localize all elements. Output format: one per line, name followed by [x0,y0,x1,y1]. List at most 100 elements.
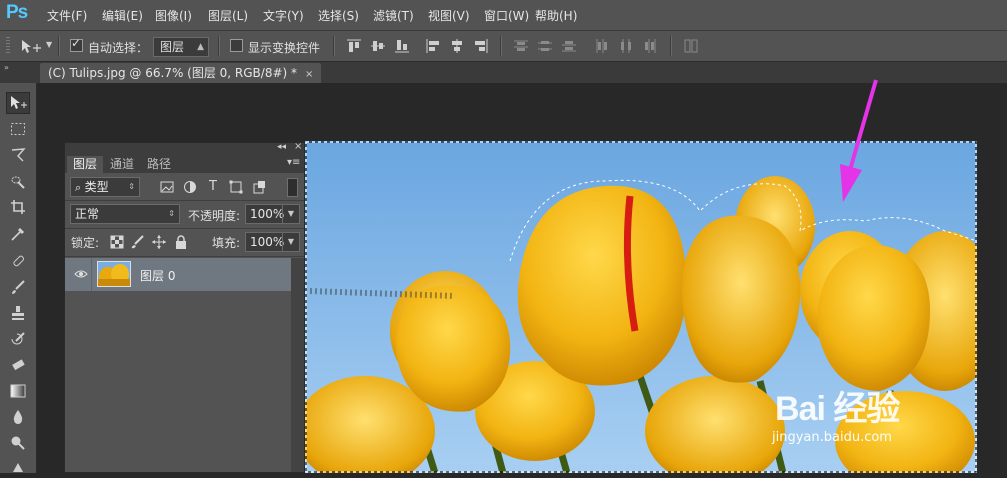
tab-paths[interactable]: 路径 [141,156,177,173]
tab-channels[interactable]: 通道 [104,156,140,173]
fill-field[interactable]: 100% ▼ [245,232,300,252]
layers-panel-header[interactable]: ◂◂ × [65,141,304,156]
align-bottom-icon[interactable] [395,39,409,53]
visibility-eye-icon[interactable] [74,268,88,280]
filter-type-icon[interactable]: T [206,180,220,194]
dodge-tool-icon[interactable] [6,432,30,454]
move-tool-icon[interactable] [6,92,30,114]
opacity-field[interactable]: 100% ▼ [245,204,300,224]
divider [670,36,672,56]
eyedropper-tool-icon[interactable] [6,223,30,245]
distribute-hcenter-icon[interactable] [619,39,633,53]
divider [58,36,60,56]
blur-tool-icon[interactable] [6,406,30,428]
dropdown-arrow-icon: ⇕ [168,209,175,218]
clone-stamp-tool-icon[interactable] [6,302,30,324]
filter-smart-object-icon[interactable] [252,180,266,194]
align-right-icon[interactable] [474,39,488,53]
tool-preset-arrow-icon[interactable]: ▼ [46,40,52,49]
brush-tool-icon[interactable] [6,276,30,298]
tab-layers[interactable]: 图层 [67,156,104,173]
menu-edit[interactable]: 编辑(E) [102,7,143,24]
history-brush-tool-icon[interactable] [6,328,30,350]
auto-select-target-value: 图层 [160,40,185,54]
divider [333,36,335,56]
distribute-vcenter-icon[interactable] [538,39,552,53]
menu-type[interactable]: 文字(Y) [263,7,304,24]
fill-value: 100% [250,235,285,249]
marquee-tool-icon[interactable] [6,118,30,140]
quick-selection-tool-icon[interactable] [6,171,30,193]
search-icon: ⌕ [75,181,85,194]
lock-label: 锁定: [71,236,100,250]
document-tab[interactable]: (C) Tulips.jpg @ 66.7% (图层 0, RGB/8#) * × [40,63,322,83]
align-hcenter-icon[interactable] [450,39,464,53]
auto-align-icon[interactable] [684,39,698,53]
align-top-icon[interactable] [347,39,361,53]
layer-thumbnail[interactable] [97,261,131,287]
show-transform-label: 显示变换控件 [248,41,321,55]
filter-toggle-switch[interactable] [287,178,298,197]
annotation-arrow-icon [840,79,878,202]
opacity-label: 不透明度: [188,209,241,223]
auto-select-target-dropdown[interactable]: 图层 ▲ [153,37,209,57]
collapse-icon[interactable]: » [4,63,9,72]
menu-file[interactable]: 文件(F) [47,7,87,24]
lock-transparent-icon[interactable] [110,235,124,249]
distribute-left-icon[interactable] [595,39,609,53]
eraser-tool-icon[interactable] [6,354,30,376]
opacity-value: 100% [250,207,285,221]
panel-close-icon[interactable]: × [294,141,302,152]
distribute-right-icon[interactable] [643,39,657,53]
dropdown-arrow-icon: ▲ [197,42,204,52]
divider [65,228,304,229]
panel-menu-icon[interactable]: ▾≡ [287,157,300,168]
pen-tool-icon[interactable] [6,456,30,478]
close-tab-icon[interactable]: × [305,69,313,80]
menu-bar: Ps 文件(F) 编辑(E) 图像(I) 图层(L) 文字(Y) 选择(S) 滤… [0,0,1007,31]
show-transform-checkbox[interactable] [230,39,243,52]
lock-position-icon[interactable] [152,235,166,249]
dropdown-arrow-icon: ⇕ [128,182,135,191]
menu-select[interactable]: 选择(S) [318,7,359,24]
blend-mode-dropdown[interactable]: 正常 ⇕ [70,204,180,224]
filter-shape-icon[interactable] [229,180,243,194]
filter-kind-value: 类型 [84,180,109,194]
move-tool-icon[interactable] [20,39,42,55]
distribute-top-icon[interactable] [514,39,528,53]
layers-tabs: 图层 通道 路径 ▾≡ [65,156,304,173]
lock-all-icon[interactable] [174,235,188,249]
lasso-tool-icon[interactable] [6,144,30,166]
filter-pixel-icon[interactable] [160,180,174,194]
photoshop-logo: Ps [6,2,28,23]
gradient-tool-icon[interactable] [6,380,30,402]
menu-window[interactable]: 窗口(W) [484,7,529,24]
align-vcenter-icon[interactable] [371,39,385,53]
fill-label: 填充: [212,236,241,250]
options-bar: ▼ 自动选择： 图层 ▲ 显示变换控件 [0,31,1007,62]
document-tab-title: (C) Tulips.jpg @ 66.7% (图层 0, RGB/8#) * [48,66,298,80]
layer-row[interactable]: 图层 0 [65,258,291,291]
menu-filter[interactable]: 滤镜(T) [373,7,414,24]
distribute-bottom-icon[interactable] [562,39,576,53]
layer-name[interactable]: 图层 0 [140,267,175,284]
align-left-icon[interactable] [426,39,440,53]
menu-image[interactable]: 图像(I) [155,7,192,24]
options-grip[interactable] [6,37,10,55]
crop-tool-icon[interactable] [6,196,30,218]
menu-layer[interactable]: 图层(L) [208,7,248,24]
tools-panel [0,83,37,473]
menu-help[interactable]: 帮助(H) [535,7,577,24]
filter-adjustment-icon[interactable] [183,180,197,194]
blend-mode-value: 正常 [75,207,100,221]
panel-collapse-icon[interactable]: ◂◂ [277,142,286,152]
lock-pixels-icon[interactable] [131,235,145,249]
layers-scrollbar[interactable] [291,258,304,472]
auto-select-checkbox[interactable] [70,36,83,52]
divider [500,36,502,56]
filter-kind-dropdown[interactable]: ⌕ 类型 ⇕ [70,177,140,197]
fill-dropdown-icon[interactable]: ▼ [282,233,299,251]
healing-brush-tool-icon[interactable] [6,250,30,272]
opacity-dropdown-icon[interactable]: ▼ [282,205,299,223]
menu-view[interactable]: 视图(V) [428,7,470,24]
